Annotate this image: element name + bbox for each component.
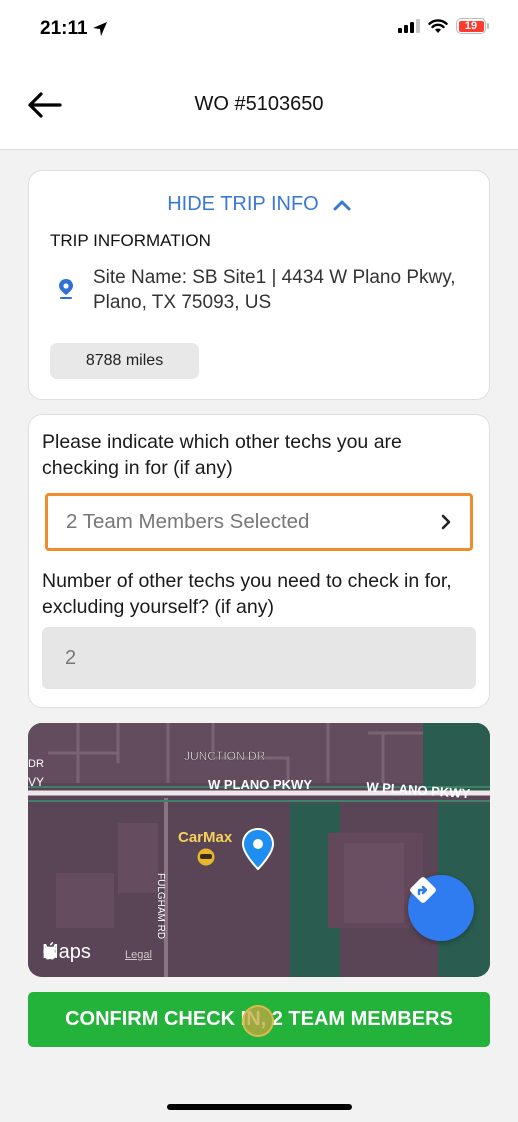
home-indicator	[167, 1104, 352, 1110]
apple-icon	[43, 942, 57, 960]
battery-icon: 19	[456, 18, 489, 34]
battery-level: 19	[458, 20, 484, 32]
techs-select-question: Please indicate which other techs you ar…	[42, 431, 402, 479]
map-label-fulgham: FULGHAM RD	[155, 873, 166, 939]
trip-info-card: HIDE TRIP INFO TRIP INFORMATION Site Nam…	[28, 170, 490, 400]
map-label-edge-bottom: VY	[28, 775, 44, 789]
site-address-row: Site Name: SB Site1 | 4434 W Plano Pkwy,…	[57, 265, 473, 315]
map-legal-link[interactable]: Legal	[125, 949, 152, 961]
hide-trip-info-toggle[interactable]: HIDE TRIP INFO	[29, 193, 489, 216]
apple-maps-logo: Maps	[42, 941, 91, 964]
directions-icon	[410, 877, 436, 903]
status-indicators: 19	[398, 18, 489, 34]
map-label-edge-top: DR	[28, 758, 44, 770]
map-label-carmax: CarMax	[178, 829, 233, 846]
techs-check-in-card: Please indicate which other techs you ar…	[28, 414, 490, 708]
wifi-icon	[428, 18, 448, 33]
trip-information-heading: TRIP INFORMATION	[50, 231, 211, 250]
status-bar: 21:11 19	[0, 0, 518, 60]
techs-count-question: Number of other techs you need to check …	[42, 570, 452, 618]
techs-count-input[interactable]	[42, 627, 476, 689]
map-view[interactable]: JUNCTION DR DR VY W PLANO PKWY W PLANO P…	[28, 723, 490, 977]
location-pin-icon	[59, 279, 73, 299]
map-label-junction: JUNCTION DR	[184, 749, 266, 763]
map-label-plano-left: W PLANO PKWY	[208, 777, 312, 792]
chevron-right-icon	[441, 514, 451, 530]
chevron-up-icon	[333, 200, 351, 210]
cellular-signal-icon	[398, 19, 420, 33]
team-members-selected-value: 2 Team Members Selected	[66, 510, 310, 533]
directions-button[interactable]	[408, 875, 474, 941]
map-graphic: JUNCTION DR DR VY W PLANO PKWY W PLANO P…	[28, 723, 490, 977]
distance-chip: 8788 miles	[50, 343, 199, 379]
hide-trip-info-label: HIDE TRIP INFO	[167, 193, 319, 215]
status-time: 21:11	[40, 18, 88, 39]
location-arrow-icon	[92, 22, 107, 36]
status-time-group: 21:11	[40, 18, 108, 40]
site-address-text: Site Name: SB Site1 | 4434 W Plano Pkwy,…	[93, 267, 456, 313]
page-title: WO #5103650	[194, 93, 324, 115]
touch-indicator	[242, 1005, 274, 1037]
app-header: WO #5103650	[0, 60, 518, 150]
team-members-select[interactable]: 2 Team Members Selected	[45, 493, 473, 551]
